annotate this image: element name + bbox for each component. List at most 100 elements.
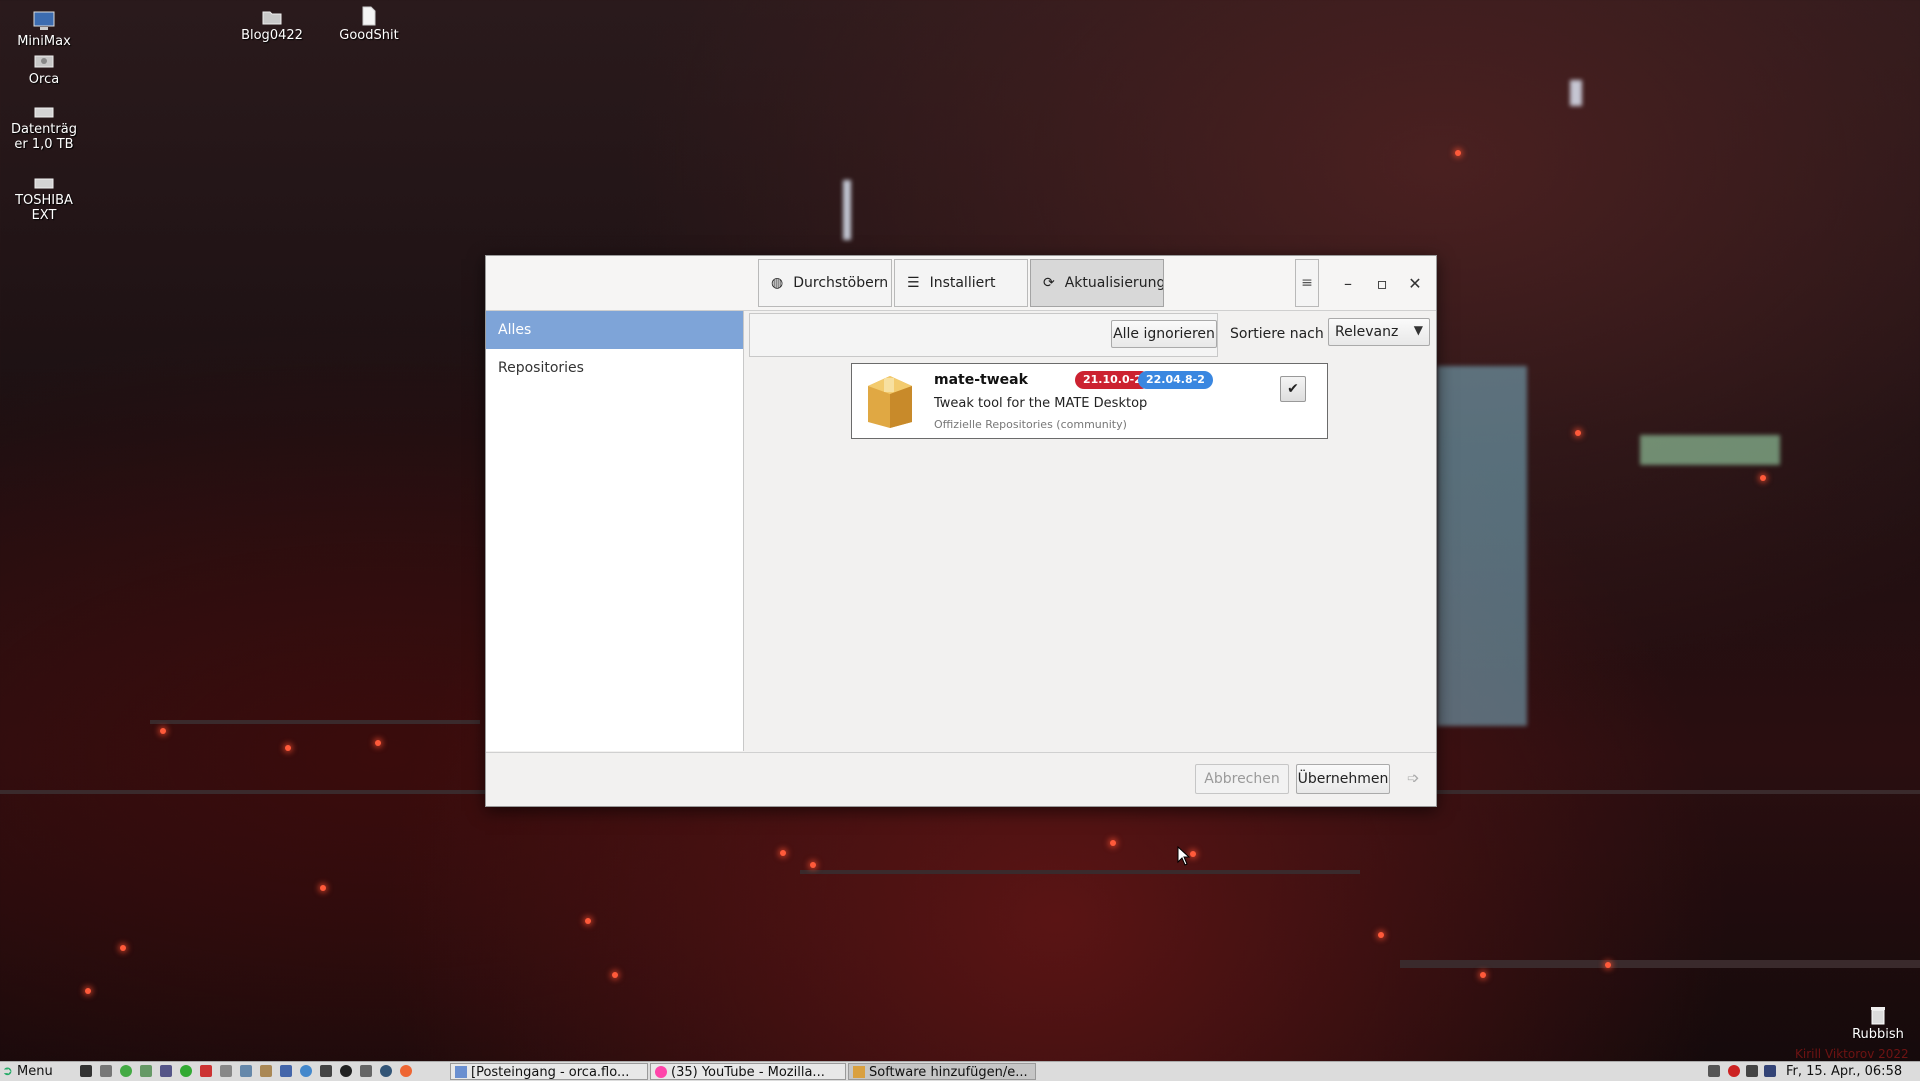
game-icon[interactable]: [320, 1065, 332, 1077]
terminal-icon[interactable]: [80, 1065, 92, 1077]
mail-app-icon: [455, 1066, 467, 1078]
updates-content: Alle ignorieren Sortiere nach Relevanz ▼…: [744, 311, 1436, 751]
desktop-icon-label: Orca: [28, 72, 60, 87]
desktop-icon-label: Datenträg er 1,0 TB: [11, 122, 77, 152]
desktop-icon-datentraeger[interactable]: Datenträg er 1,0 TB: [4, 104, 84, 152]
image-viewer-icon[interactable]: [260, 1065, 272, 1077]
sidebar-item-label: Alles: [498, 322, 532, 338]
firefox-app-icon: [655, 1066, 667, 1078]
media-icon[interactable]: [340, 1065, 352, 1077]
network-icon[interactable]: [220, 1065, 232, 1077]
desktop-icon-goodshit[interactable]: GoodShit: [329, 6, 409, 43]
tab-label: Aktualisierunge: [1064, 275, 1164, 291]
cancel-button[interactable]: Abbrechen: [1195, 764, 1289, 794]
header-bar: ◍ Durchstöbern ☰ Installiert ⟳ Aktualisi…: [486, 256, 1436, 311]
harddisk-icon: [34, 107, 54, 118]
task-firefox[interactable]: (35) YouTube - Mozilla...: [650, 1063, 846, 1080]
clock-text: Fr, 15. Apr., 06:58: [1786, 1064, 1903, 1079]
calculator-icon[interactable]: [140, 1065, 152, 1077]
settings-icon[interactable]: [160, 1065, 172, 1077]
taskbar: ➲ Menu [Posteingang - orca.flo... (35) Y…: [0, 1061, 1920, 1081]
checkmark-icon: ✔: [1287, 381, 1299, 397]
tab-updates[interactable]: ⟳ Aktualisierunge: [1030, 259, 1164, 307]
package-repository: Offizielle Repositories (community): [934, 418, 1127, 431]
mouse-cursor: [1177, 846, 1191, 866]
network-tray-icon[interactable]: [1764, 1065, 1776, 1077]
document-icon[interactable]: [240, 1065, 252, 1077]
desktop-icon-minimax[interactable]: MiniMax: [4, 10, 84, 49]
github-icon[interactable]: [380, 1065, 392, 1077]
minimize-icon: –: [1344, 273, 1352, 293]
task-label: Software hinzufügen/e...: [869, 1065, 1028, 1080]
tab-browse[interactable]: ◍ Durchstöbern: [758, 259, 892, 307]
tab-label: Installiert: [929, 275, 996, 291]
hamburger-menu-button[interactable]: ≡: [1295, 259, 1319, 307]
task-thunderbird[interactable]: [Posteingang - orca.flo...: [450, 1063, 648, 1080]
hamburger-icon: ≡: [1301, 275, 1313, 291]
sidebar-item-repositories[interactable]: Repositories: [486, 349, 743, 387]
system-tray: [1700, 1062, 1780, 1081]
quick-launch: [78, 1062, 428, 1081]
screenshot-icon[interactable]: [360, 1065, 372, 1077]
trash-icon: [1871, 1007, 1885, 1025]
refresh-icon: ⟳: [1043, 275, 1055, 291]
package-app-icon: [853, 1066, 865, 1078]
apply-button[interactable]: Übernehmen: [1296, 764, 1390, 794]
mail-icon[interactable]: [180, 1065, 192, 1077]
globe-icon: ◍: [771, 275, 784, 291]
desktop-icon-orca[interactable]: Orca: [4, 52, 84, 87]
sort-label: Sortiere nach: [1230, 326, 1324, 342]
list-icon: ☰: [907, 275, 920, 291]
ignore-all-label: Alle ignorieren: [1113, 326, 1215, 342]
package-card[interactable]: mate-tweak 21.10.0-2 22.04.8-2 Tweak too…: [851, 363, 1328, 439]
bookmark-icon[interactable]: [200, 1065, 212, 1077]
close-button[interactable]: ✕: [1403, 271, 1427, 295]
browser-icon[interactable]: [120, 1065, 132, 1077]
sidebar-item-label: Repositories: [498, 360, 584, 376]
document-icon: [362, 6, 376, 26]
folder-icon: [262, 11, 282, 25]
desktop-icon-label: Rubbish: [1852, 1027, 1904, 1042]
harddisk-icon: [34, 178, 54, 189]
minimize-button[interactable]: –: [1336, 271, 1360, 295]
chevron-down-icon: ▼: [1413, 323, 1423, 337]
clock[interactable]: Fr, 15. Apr., 06:58: [1786, 1063, 1918, 1080]
sidebar-item-alles[interactable]: Alles: [486, 311, 743, 349]
desktop-icon-blog0422[interactable]: Blog0422: [232, 8, 312, 43]
watermark: Kirill Viktorov 2022: [1795, 1047, 1909, 1061]
ignore-all-button[interactable]: Alle ignorieren: [1111, 320, 1217, 348]
tab-label: Durchstöbern: [793, 275, 889, 291]
view-tabs: ◍ Durchstöbern ☰ Installiert ⟳ Aktualisi…: [758, 259, 1166, 307]
update-checkbox[interactable]: ✔: [1280, 376, 1306, 402]
menu-button[interactable]: ➲ Menu: [2, 1063, 68, 1080]
software-window: ◍ Durchstöbern ☰ Installiert ⟳ Aktualisi…: [485, 255, 1437, 807]
files-icon[interactable]: [100, 1065, 112, 1077]
tab-installed[interactable]: ☰ Installiert: [894, 259, 1028, 307]
volume-icon[interactable]: [1708, 1065, 1720, 1077]
task-label: [Posteingang - orca.flo...: [471, 1065, 630, 1080]
chromium-icon[interactable]: [300, 1065, 312, 1077]
sort-dropdown[interactable]: Relevanz ▼: [1328, 318, 1430, 346]
firefox-icon[interactable]: [400, 1065, 412, 1077]
filter-bar: Alle ignorieren: [749, 313, 1218, 357]
photo-icon[interactable]: [280, 1065, 292, 1077]
desktop-icon-toshiba[interactable]: TOSHIBA EXT: [4, 175, 84, 223]
close-icon: ✕: [1408, 273, 1422, 293]
apply-arrow-icon: ➩: [1407, 769, 1420, 787]
cancel-label: Abbrechen: [1204, 771, 1280, 787]
menu-label: Menu: [17, 1064, 53, 1079]
desktop-icon-label: Blog0422: [241, 28, 303, 43]
task-software-manager[interactable]: Software hinzufügen/e...: [848, 1063, 1036, 1080]
battery-icon[interactable]: [1746, 1065, 1758, 1077]
desktop-icon-label: GoodShit: [339, 28, 399, 43]
package-description: Tweak tool for the MATE Desktop: [934, 396, 1148, 411]
shield-icon[interactable]: [1728, 1065, 1740, 1077]
desktop-icon-label: MiniMax: [17, 34, 71, 49]
computer-icon: [33, 11, 55, 30]
maximize-button[interactable]: ▫: [1370, 271, 1394, 295]
desktop-icon-rubbish[interactable]: Rubbish: [1838, 1005, 1918, 1042]
menu-icon: ➲: [2, 1064, 13, 1079]
maximize-icon: ▫: [1376, 273, 1388, 293]
task-label: (35) YouTube - Mozilla...: [671, 1065, 825, 1080]
new-version-badge: 22.04.8-2: [1138, 371, 1213, 389]
